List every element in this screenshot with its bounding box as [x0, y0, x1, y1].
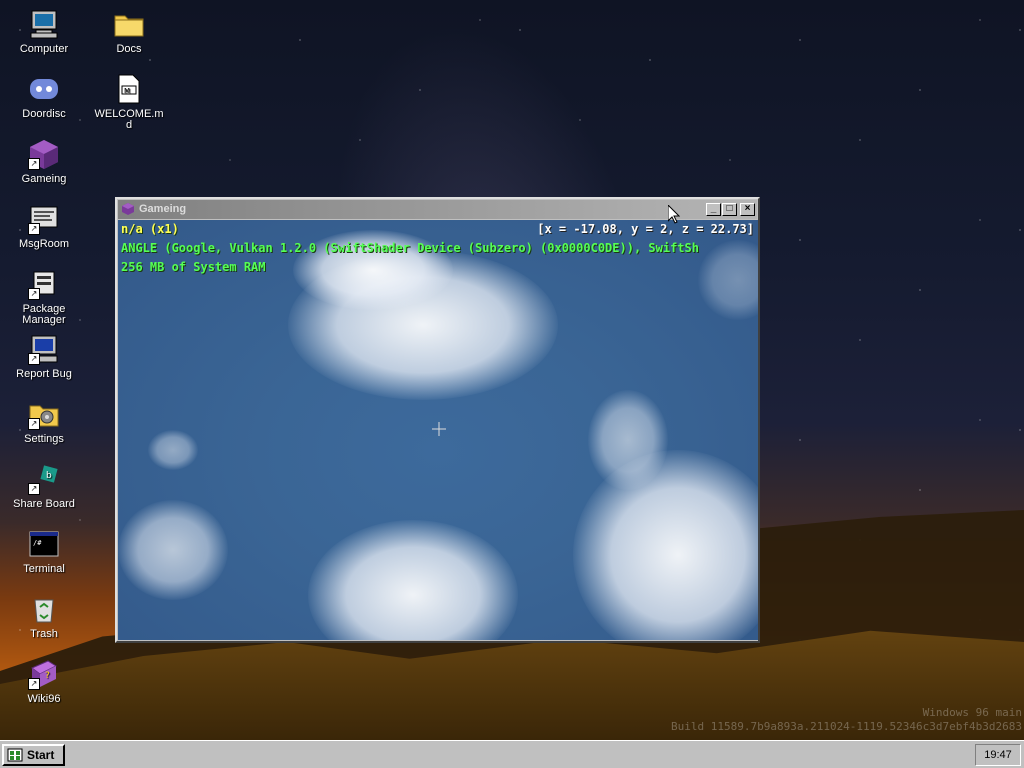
svg-text:/#: /#	[33, 539, 42, 547]
sky-cloud	[308, 520, 518, 640]
mouse-cursor-icon	[667, 203, 681, 224]
desktop-icon-label: Package Manager	[22, 303, 66, 326]
desktop-icon-welcome[interactable]: M WELCOME.md	[93, 73, 165, 131]
desktop-icon-trash[interactable]: Trash	[8, 593, 80, 640]
desktop-icon-label: Wiki96	[27, 693, 61, 705]
game-viewport[interactable]: n/a (x1) [x = -17.08, y = 2, z = 22.73] …	[118, 220, 758, 640]
desktop-icon-label: Settings	[24, 433, 64, 445]
sky-cloud	[588, 390, 668, 490]
desktop-icon-label: Docs	[116, 43, 142, 55]
game-cube-icon	[121, 202, 135, 216]
start-button[interactable]: Start	[2, 744, 65, 766]
svg-text:b: b	[46, 471, 52, 481]
shortcut-arrow-icon: ↗	[28, 483, 40, 495]
hud-renderer: ANGLE (Google, Vulkan 1.2.0 (SwiftShader…	[121, 241, 699, 255]
build-info: Windows 96 main Build 11589.7b9a893a.211…	[671, 706, 1022, 734]
wiki-book-icon: ? ↗	[28, 658, 60, 690]
message-room-icon: ↗	[28, 203, 60, 235]
crosshair-icon	[432, 422, 446, 436]
desktop-icon-terminal[interactable]: /# Terminal	[8, 528, 80, 575]
sky-cloud	[118, 500, 228, 600]
desktop-icon-docs[interactable]: Docs	[93, 8, 165, 55]
start-label: Start	[27, 748, 55, 762]
desktop-icon-wiki96[interactable]: ? ↗ Wiki96	[8, 658, 80, 705]
shortcut-arrow-icon: ↗	[28, 353, 40, 365]
desktop-icon-label: Share Board	[13, 498, 75, 510]
terminal-icon: /#	[28, 528, 60, 560]
desktop-icon-doordisc[interactable]: Doordisc	[8, 73, 80, 120]
shortcut-arrow-icon: ↗	[28, 418, 40, 430]
markdown-file-icon: M	[113, 73, 145, 105]
desktop-icon-label: Report Bug	[16, 368, 72, 380]
folder-icon	[113, 8, 145, 40]
minimize-button[interactable]: _	[706, 203, 721, 216]
desktop-icon-label: Doordisc	[22, 108, 66, 120]
shortcut-arrow-icon: ↗	[28, 288, 40, 300]
share-board-icon: b ↗	[28, 463, 60, 495]
hud-coordinates: [x = -17.08, y = 2, z = 22.73]	[537, 222, 754, 236]
shortcut-arrow-icon: ↗	[28, 223, 40, 235]
hud-ram: 256 MB of System RAM	[121, 260, 266, 274]
sky-cloud	[148, 430, 198, 470]
desktop-icon-report-bug[interactable]: ↗ Report Bug	[8, 333, 80, 380]
shortcut-arrow-icon: ↗	[28, 158, 40, 170]
desktop-icon-label: Computer	[19, 43, 69, 55]
close-button[interactable]: ×	[740, 203, 755, 216]
svg-text:M: M	[124, 87, 130, 95]
maximize-button[interactable]: □	[722, 203, 737, 216]
game-window[interactable]: Gameing _ □ × n/a (x1) [x = -17.08, y = …	[115, 197, 760, 643]
desktop-icon-share-board[interactable]: b ↗ Share Board	[8, 463, 80, 510]
hud-version: n/a (x1)	[121, 222, 179, 236]
desktop-icon-label: WELCOME.md	[94, 108, 164, 131]
taskbar: Start 19:47	[0, 740, 1024, 768]
desktop-icon-settings[interactable]: ↗ Settings	[8, 398, 80, 445]
settings-icon: ↗	[28, 398, 60, 430]
svg-text:?: ?	[45, 671, 50, 681]
system-tray-clock[interactable]: 19:47	[975, 744, 1021, 766]
bug-report-icon: ↗	[28, 333, 60, 365]
start-logo-icon	[7, 748, 23, 762]
chat-app-icon	[28, 73, 60, 105]
build-info-build: Build 11589.7b9a893a.211024-1119.52346c3…	[671, 720, 1022, 733]
desktop-icon-label: Trash	[30, 628, 58, 640]
window-title: Gameing	[139, 203, 187, 215]
game-cube-icon: ↗	[28, 138, 60, 170]
desktop-icon-label: MsgRoom	[18, 238, 70, 250]
computer-icon	[28, 8, 60, 40]
window-titlebar[interactable]: Gameing _ □ ×	[118, 200, 757, 219]
sky-cloud	[698, 240, 758, 320]
desktop-icon-msgroom[interactable]: ↗ MsgRoom	[8, 203, 80, 250]
desktop-icon-gameing[interactable]: ↗ Gameing	[8, 138, 80, 185]
shortcut-arrow-icon: ↗	[28, 678, 40, 690]
desktop-icon-label: Terminal	[23, 563, 65, 575]
sky-cloud	[573, 450, 758, 640]
desktop-icon-label: Gameing	[21, 173, 67, 185]
package-icon: ↗	[28, 268, 60, 300]
recycle-bin-icon	[28, 593, 60, 625]
desktop-icon-computer[interactable]: Computer	[8, 8, 80, 55]
desktop-icon-package-manager[interactable]: ↗ Package Manager	[8, 268, 80, 326]
build-info-os: Windows 96 main	[922, 706, 1022, 719]
